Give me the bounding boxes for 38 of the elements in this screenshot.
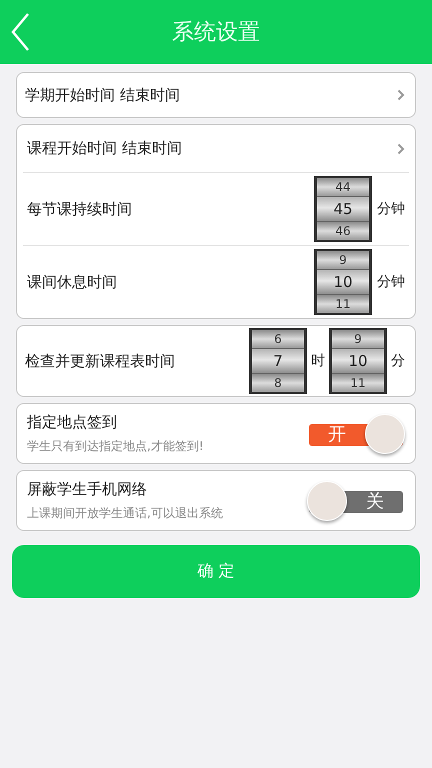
setting-description: 上课期间开放学生通话,可以退出系统 bbox=[27, 504, 223, 522]
setting-description: 学生只有到达指定地点,才能签到! bbox=[27, 438, 204, 454]
page-title: 系统设置 bbox=[172, 19, 260, 47]
switch-state-label: 关 bbox=[365, 490, 385, 512]
number-wheel[interactable]: 9 10 11 bbox=[329, 328, 387, 394]
unit-label: 分 bbox=[391, 352, 405, 370]
row-label: 检查并更新课程表时间 bbox=[25, 352, 175, 370]
wheel-value: 44 bbox=[317, 178, 369, 198]
wheel-value: 11 bbox=[317, 294, 369, 314]
class-time-row[interactable]: 课程开始时间 结束时间 bbox=[23, 125, 409, 173]
wheel-value: 6 bbox=[252, 330, 304, 350]
setting-title: 屏蔽学生手机网络 bbox=[27, 480, 148, 498]
semester-time-row[interactable]: 学期开始时间 结束时间 bbox=[16, 72, 416, 118]
unit-label: 分钟 bbox=[377, 273, 405, 291]
wheel-value: 7 bbox=[252, 349, 304, 374]
wheel-value: 11 bbox=[332, 374, 384, 392]
row-label: 课间休息时间 bbox=[27, 272, 117, 292]
toggle-switch[interactable]: 关 bbox=[307, 480, 405, 520]
row-label: 课程开始时间 结束时间 bbox=[27, 139, 182, 158]
row-label: 学期开始时间 结束时间 bbox=[25, 86, 180, 104]
wheel-value: 9 bbox=[332, 330, 384, 350]
wheel-value: 8 bbox=[252, 374, 304, 392]
chevron-icon bbox=[397, 89, 405, 101]
number-wheel[interactable]: 6 7 8 bbox=[249, 328, 307, 394]
switch-state-label: 开 bbox=[327, 422, 347, 446]
wheel-value: 45 bbox=[317, 197, 369, 222]
chevron-icon bbox=[397, 142, 405, 154]
number-wheel[interactable]: 9 10 11 bbox=[314, 249, 372, 315]
wheel-value: 10 bbox=[332, 349, 384, 374]
setting-title: 指定地点签到 bbox=[27, 412, 118, 432]
wheel-value: 46 bbox=[317, 222, 369, 240]
back-icon[interactable] bbox=[10, 12, 30, 52]
unit-label: 分钟 bbox=[377, 200, 405, 218]
wheel-value: 10 bbox=[317, 270, 369, 295]
wheel-value: 9 bbox=[317, 251, 369, 270]
row-label: 每节课持续时间 bbox=[27, 200, 132, 218]
unit-label: 时 bbox=[311, 352, 325, 370]
number-wheel[interactable]: 44 45 46 bbox=[314, 176, 372, 242]
